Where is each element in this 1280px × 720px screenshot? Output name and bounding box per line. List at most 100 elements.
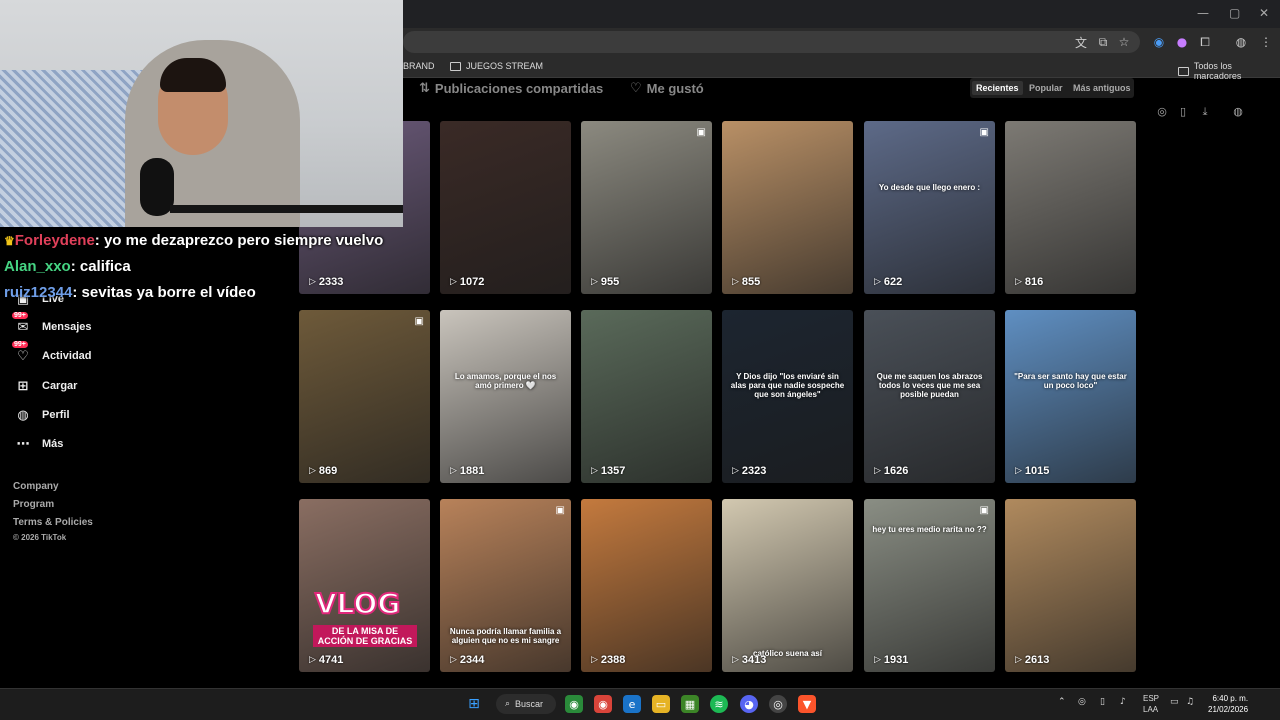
play-icon: ▷: [1015, 466, 1022, 476]
sort-recent[interactable]: Recientes: [972, 81, 1023, 95]
windows-start-icon[interactable]: ⊞: [465, 695, 483, 713]
sort-oldest[interactable]: Más antiguos: [1069, 81, 1135, 95]
video-thumbnail[interactable]: ▣ hey tu eres medio rarita no ?? ▷ 1931: [864, 499, 995, 672]
battery-icon[interactable]: ▯: [1100, 697, 1105, 707]
video-thumbnail[interactable]: "Para ser santo hay que estar un poco lo…: [1005, 310, 1136, 483]
tiktok-icon[interactable]: ◎: [1154, 105, 1170, 121]
video-thumbnail[interactable]: ▣ Yo desde que llego enero : ▷ 622: [864, 121, 995, 294]
install-app-icon[interactable]: ⧉: [1095, 34, 1111, 50]
video-thumbnail[interactable]: Lo amamos, porque el nos amó primero 🤍 ▷ 1…: [440, 310, 571, 483]
footer-link-terms[interactable]: Terms & Policies: [13, 517, 93, 528]
sidebar-item-mensajes[interactable]: ✉ 99+ Mensajes: [12, 312, 92, 336]
minimize-icon[interactable]: —: [1197, 6, 1209, 20]
video-thumbnail[interactable]: VLOG DE LA MISA DE ACCIÓN DE GRACIAS ▷ 4741: [299, 499, 430, 672]
taskbar-search[interactable]: ⌕ Buscar: [496, 694, 556, 714]
edge-icon[interactable]: e: [623, 695, 641, 713]
video-thumbnail[interactable]: Que me saquen los abrazos todos lo veces…: [864, 310, 995, 483]
view-count: ▷ 2344: [450, 654, 485, 666]
play-icon: ▷: [309, 277, 316, 287]
bookmark-juegos-stream[interactable]: JUEGOS STREAM: [450, 61, 543, 71]
download-icon[interactable]: ⤓: [1197, 105, 1213, 121]
view-count: ▷ 2333: [309, 276, 344, 288]
spotify-icon[interactable]: ≋: [710, 695, 728, 713]
messages-icon: ✉ 99+: [12, 312, 29, 335]
obs-icon[interactable]: ◎: [769, 695, 787, 713]
translate-icon[interactable]: 文: [1073, 34, 1089, 50]
view-count: ▷ 1015: [1015, 465, 1050, 477]
chat-message: ruiz12344: sevitas ya borre el vídeo: [4, 284, 256, 301]
view-count: ▷ 816: [1015, 276, 1044, 288]
language-indicator[interactable]: ESP LAA: [1143, 693, 1159, 715]
maximize-icon[interactable]: ▢: [1229, 6, 1240, 20]
video-thumbnail[interactable]: ▣ Nunca podría llamar familia a alguien q…: [440, 499, 571, 672]
copyright: © 2026 TikTok: [13, 533, 67, 542]
clock[interactable]: 6:40 p. m. 21/02/2026: [1208, 693, 1248, 715]
folder-icon: [1178, 66, 1189, 76]
photo-mode-icon: ▣: [555, 505, 565, 516]
notification-badge: 99+: [12, 341, 28, 348]
view-count: ▷ 2388: [591, 654, 626, 666]
play-icon: ▷: [1015, 277, 1022, 287]
video-thumbnail[interactable]: ▷ 1072: [440, 121, 571, 294]
folder-icon: [450, 61, 461, 71]
extensions-puzzle-icon[interactable]: ⧠: [1197, 34, 1213, 50]
star-icon[interactable]: ☆: [1116, 34, 1132, 50]
video-thumbnail[interactable]: Y Dios dijo "los enviaré sin alas para q…: [722, 310, 853, 483]
microphone-icon[interactable]: ♪: [1120, 697, 1126, 707]
video-thumbnail[interactable]: ▷ 2388: [581, 499, 712, 672]
footer-link-program[interactable]: Program: [13, 499, 54, 510]
app-tray-icon[interactable]: ◎: [1078, 697, 1086, 707]
chrome-icon[interactable]: ◉: [565, 695, 583, 713]
video-thumbnail[interactable]: ▷ 1357: [581, 310, 712, 483]
bookmark-brand[interactable]: BRAND: [403, 61, 435, 71]
video-thumbnail[interactable]: ▷ 2613: [1005, 499, 1136, 672]
sidebar-item-mas[interactable]: ⋯ Más: [14, 435, 64, 453]
close-icon[interactable]: ✕: [1259, 6, 1269, 20]
video-thumbnail[interactable]: ▷ 816: [1005, 121, 1136, 294]
extension-icon[interactable]: ●: [1174, 34, 1190, 50]
sidebar-item-actividad[interactable]: ♡ 99+ Actividad: [12, 341, 92, 365]
footer-link-company[interactable]: Company: [13, 481, 59, 492]
photo-mode-icon: ▣: [979, 127, 989, 138]
heart-icon: ♡: [630, 81, 642, 96]
video-caption: Y Dios dijo "los enviaré sin alas para q…: [730, 372, 845, 399]
video-caption: "Para ser santo hay que estar un poco lo…: [1014, 372, 1127, 390]
sidebar-item-perfil[interactable]: ◍ Perfil: [14, 406, 69, 424]
webcam-overlay: [0, 0, 403, 227]
video-thumbnail[interactable]: ▷ 855: [722, 121, 853, 294]
search-icon: ⌕: [505, 699, 511, 709]
sidebar-item-cargar[interactable]: ⊞ Cargar: [14, 377, 78, 395]
photo-mode-icon: ▣: [414, 316, 424, 327]
menu-icon[interactable]: ⋮: [1258, 34, 1274, 50]
tab-liked[interactable]: ♡ Me gustó: [630, 81, 704, 96]
volume-icon[interactable]: ♫: [1186, 697, 1194, 707]
minecraft-icon[interactable]: ▦: [681, 695, 699, 713]
play-icon: ▷: [874, 466, 881, 476]
brave-icon[interactable]: ▼: [798, 695, 816, 713]
avatar[interactable]: ◍: [1233, 34, 1249, 50]
view-count: ▷ 1931: [874, 654, 909, 666]
network-icon[interactable]: ▭: [1170, 697, 1179, 707]
view-count: ▷ 1357: [591, 465, 626, 477]
video-thumbnail[interactable]: ▣ ▷ 955: [581, 121, 712, 294]
address-bar[interactable]: [403, 31, 1140, 53]
discord-icon[interactable]: ◕: [740, 695, 758, 713]
extension-icon[interactable]: ◉: [1151, 34, 1167, 50]
play-icon: ▷: [309, 466, 316, 476]
chevron-up-icon[interactable]: ⌃: [1058, 697, 1066, 707]
photo-mode-icon: ▣: [979, 505, 989, 516]
play-icon: ▷: [732, 277, 739, 287]
chrome-profile-icon[interactable]: ◉: [594, 695, 612, 713]
play-icon: ▷: [1015, 655, 1022, 665]
play-icon: ▷: [874, 655, 881, 665]
video-thumbnail[interactable]: católico suena así ▷ 3413: [722, 499, 853, 672]
mobile-icon[interactable]: ▯: [1175, 105, 1191, 121]
file-explorer-icon[interactable]: ▭: [652, 695, 670, 713]
video-thumbnail[interactable]: ▣ ▷ 869: [299, 310, 430, 483]
tab-shared-posts[interactable]: ⇅ Publicaciones compartidas: [419, 81, 603, 96]
sort-popular[interactable]: Popular: [1025, 81, 1067, 95]
avatar[interactable]: ◍: [1230, 105, 1246, 121]
bookmark-all[interactable]: Todos los marcadores: [1178, 61, 1280, 81]
play-icon: ▷: [874, 277, 881, 287]
profile-icon: ◍: [17, 407, 29, 423]
